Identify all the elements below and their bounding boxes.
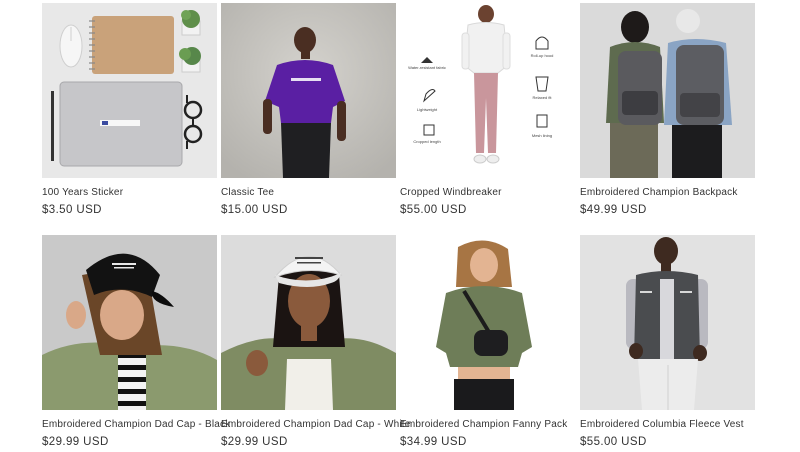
feature-label: Lightweight (416, 107, 438, 112)
product-image[interactable] (221, 235, 396, 410)
product-card[interactable]: Classic Tee $15.00 USD (221, 3, 396, 216)
product-title[interactable]: 100 Years Sticker (42, 187, 217, 198)
feature-label: Relaxed fit (532, 95, 552, 100)
product-card[interactable]: Embroidered Champion Dad Cap - Black $29… (42, 235, 230, 448)
product-image[interactable] (42, 3, 217, 178)
product-card[interactable]: 100 Years Sticker $3.50 USD (42, 3, 217, 216)
product-card[interactable]: Embroidered Champion Fanny Pack $34.99 U… (400, 235, 575, 448)
product-image[interactable] (42, 235, 217, 410)
product-title[interactable]: Embroidered Columbia Fleece Vest (580, 419, 755, 430)
product-grid: 100 Years Sticker $3.50 USD Classic Tee … (0, 0, 800, 452)
feature-label: Water-resistant fabric (408, 65, 446, 70)
product-title[interactable]: Embroidered Champion Dad Cap - White (221, 419, 410, 430)
product-title[interactable]: Classic Tee (221, 187, 396, 198)
product-price: $49.99 USD (580, 204, 647, 216)
product-price: $29.99 USD (42, 436, 109, 448)
product-price: $55.00 USD (580, 436, 647, 448)
product-price: $3.50 USD (42, 204, 102, 216)
feature-label: Roll-up hood (530, 53, 554, 58)
product-image[interactable] (221, 3, 396, 178)
product-image[interactable]: Water-resistant fabric Lightweight Cropp… (400, 3, 575, 178)
product-image[interactable] (580, 3, 755, 178)
product-title[interactable]: Embroidered Champion Backpack (580, 187, 755, 198)
product-title[interactable]: Embroidered Champion Dad Cap - Black (42, 419, 230, 430)
product-image[interactable] (580, 235, 755, 410)
product-card[interactable]: Embroidered Champion Dad Cap - White $29… (221, 235, 410, 448)
product-title[interactable]: Cropped Windbreaker (400, 187, 575, 198)
product-card[interactable]: Water-resistant fabric Lightweight Cropp… (400, 3, 575, 216)
feature-label: Mesh lining (531, 133, 553, 138)
product-price: $55.00 USD (400, 204, 467, 216)
product-card[interactable]: Embroidered Columbia Fleece Vest $55.00 … (580, 235, 755, 448)
product-card[interactable]: Embroidered Champion Backpack $49.99 USD (580, 3, 755, 216)
product-price: $34.99 USD (400, 436, 467, 448)
product-image[interactable] (400, 235, 575, 410)
feature-label: Cropped length (413, 139, 441, 144)
product-price: $15.00 USD (221, 204, 288, 216)
product-title[interactable]: Embroidered Champion Fanny Pack (400, 419, 575, 430)
product-price: $29.99 USD (221, 436, 288, 448)
